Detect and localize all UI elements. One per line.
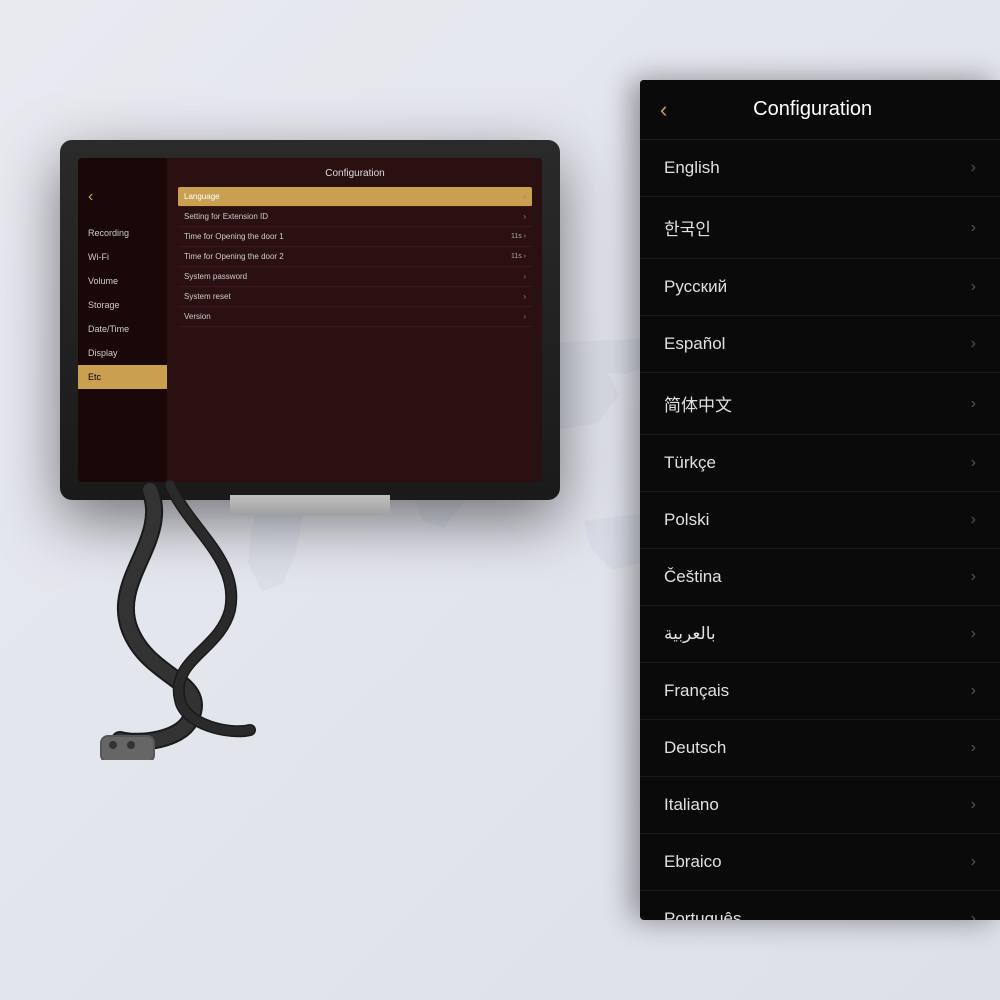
language-item-turkish[interactable]: Türkçe › — [640, 435, 1000, 492]
screen-row-extension-chevron: › — [523, 212, 526, 221]
language-item-french[interactable]: Français › — [640, 663, 1000, 720]
language-chevron-arabic: › — [971, 625, 976, 643]
language-item-portuguese[interactable]: Português › — [640, 891, 1000, 920]
screen-row-password-label: System password — [184, 272, 247, 281]
language-name-turkish: Türkçe — [664, 453, 716, 473]
language-chevron-italian: › — [971, 796, 976, 814]
screen-sidebar: ‹ Recording Wi-Fi Volume Storage Date/Ti… — [78, 158, 168, 482]
monitor-frame: ‹ Recording Wi-Fi Volume Storage Date/Ti… — [60, 140, 560, 500]
screen-row-version-chevron: › — [523, 312, 526, 321]
language-chevron-czech: › — [971, 568, 976, 586]
phone-header: ‹ Configuration — [640, 80, 1000, 140]
language-name-chinese: 简体中文 — [664, 391, 732, 416]
language-name-spanish: Español — [664, 334, 725, 354]
screen-row-language: Language › — [178, 187, 532, 207]
screen-row-version: Version › — [178, 307, 532, 327]
screen-row-language-chevron: › — [523, 192, 526, 201]
language-chevron-polish: › — [971, 511, 976, 529]
language-item-korean[interactable]: 한국인 › — [640, 197, 1000, 259]
language-name-polish: Polski — [664, 510, 709, 530]
language-item-german[interactable]: Deutsch › — [640, 720, 1000, 777]
language-name-german: Deutsch — [664, 738, 726, 758]
screen-row-door2: Time for Opening the door 2 11s › — [178, 247, 532, 267]
screen-back-icon: ‹ — [78, 188, 167, 221]
language-name-english: English — [664, 158, 720, 178]
screen-row-door2-label: Time for Opening the door 2 — [184, 252, 284, 261]
language-item-arabic[interactable]: بالعربية › — [640, 606, 1000, 663]
language-chevron-english: › — [971, 159, 976, 177]
language-chevron-russian: › — [971, 278, 976, 296]
device-area: ‹ Recording Wi-Fi Volume Storage Date/Ti… — [30, 100, 590, 850]
language-item-spanish[interactable]: Español › — [640, 316, 1000, 373]
language-name-french: Français — [664, 681, 729, 701]
language-item-polish[interactable]: Polski › — [640, 492, 1000, 549]
screen-row-extension: Setting for Extension ID › — [178, 207, 532, 227]
language-chevron-german: › — [971, 739, 976, 757]
phone-panel: ‹ Configuration English›한국인›Русский›Espa… — [640, 80, 1000, 920]
language-item-chinese[interactable]: 简体中文 › — [640, 373, 1000, 435]
screen-menu-datetime: Date/Time — [78, 317, 167, 341]
language-item-russian[interactable]: Русский › — [640, 259, 1000, 316]
language-name-russian: Русский — [664, 277, 727, 297]
language-name-hebrew: Ebraico — [664, 852, 722, 872]
language-chevron-korean: › — [971, 219, 976, 237]
screen-row-password: System password › — [178, 267, 532, 287]
screen-row-version-label: Version — [184, 312, 211, 321]
screen-menu-storage: Storage — [78, 293, 167, 317]
language-chevron-portuguese: › — [971, 910, 976, 920]
screen-row-door1-label: Time for Opening the door 1 — [184, 232, 284, 241]
screen-row-door1: Time for Opening the door 1 11s › — [178, 227, 532, 247]
language-list: English › 한국인 › Русский › Español › 简体中文 › Türkçe ›… — [640, 140, 1000, 920]
language-chevron-hebrew: › — [971, 853, 976, 871]
language-name-italian: Italiano — [664, 795, 719, 815]
screen-row-password-chevron: › — [523, 272, 526, 281]
language-chevron-turkish: › — [971, 454, 976, 472]
screen-menu-etc: Etc — [78, 365, 167, 389]
screen-menu-display: Display — [78, 341, 167, 365]
language-chevron-french: › — [971, 682, 976, 700]
cable-area — [90, 480, 440, 760]
screen-row-language-label: Language — [184, 192, 220, 201]
screen-menu-volume: Volume — [78, 269, 167, 293]
phone-back-button[interactable]: ‹ — [660, 99, 667, 121]
screen-row-reset: System reset › — [178, 287, 532, 307]
language-item-czech[interactable]: Čeština › — [640, 549, 1000, 606]
language-name-czech: Čeština — [664, 567, 722, 587]
screen-menu-wifi: Wi-Fi — [78, 245, 167, 269]
language-chevron-spanish: › — [971, 335, 976, 353]
language-chevron-chinese: › — [971, 395, 976, 413]
screen-menu-recording: Recording — [78, 221, 167, 245]
phone-title: Configuration — [683, 98, 942, 121]
screen-row-door1-value: 11s › — [511, 233, 526, 240]
language-item-english[interactable]: English › — [640, 140, 1000, 197]
language-name-korean: 한국인 — [664, 215, 711, 240]
screen-row-reset-label: System reset — [184, 292, 231, 301]
screen-config-title: Configuration — [178, 168, 532, 179]
screen-row-door2-value: 11s › — [511, 253, 526, 260]
language-item-italian[interactable]: Italiano › — [640, 777, 1000, 834]
screen-main: Configuration Language › Setting for Ext… — [168, 158, 542, 482]
language-name-portuguese: Português — [664, 909, 742, 920]
monitor-screen: ‹ Recording Wi-Fi Volume Storage Date/Ti… — [78, 158, 542, 482]
screen-row-reset-chevron: › — [523, 292, 526, 301]
language-item-hebrew[interactable]: Ebraico › — [640, 834, 1000, 891]
language-name-arabic: بالعربية — [664, 624, 716, 644]
screen-row-extension-label: Setting for Extension ID — [184, 212, 268, 221]
